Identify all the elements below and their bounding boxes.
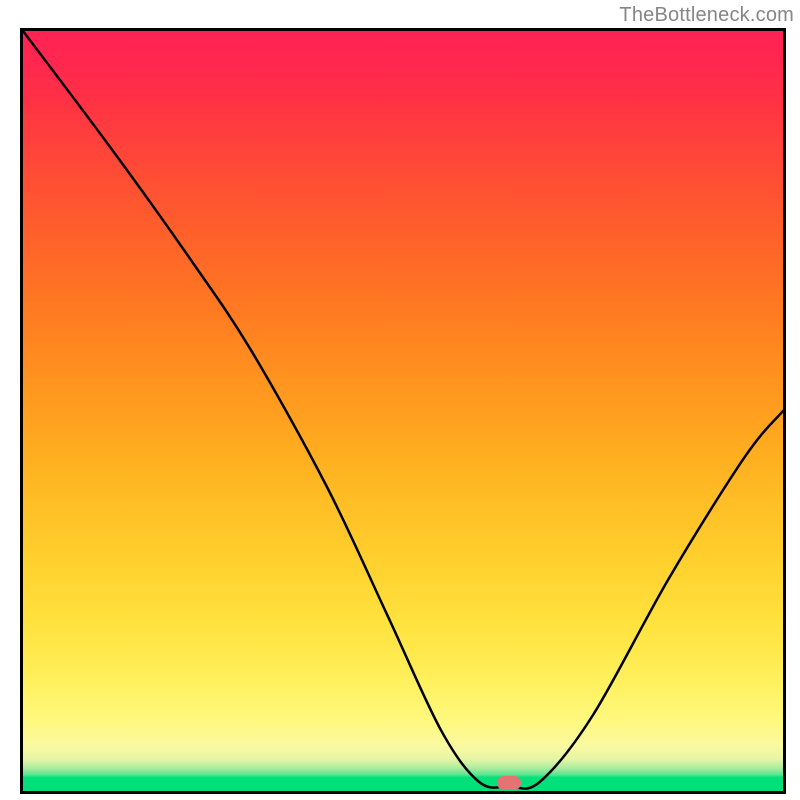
bottleneck-chart (20, 28, 786, 794)
optimal-marker (497, 776, 521, 790)
bottleneck-curve (23, 31, 783, 791)
watermark: TheBottleneck.com (619, 4, 794, 27)
